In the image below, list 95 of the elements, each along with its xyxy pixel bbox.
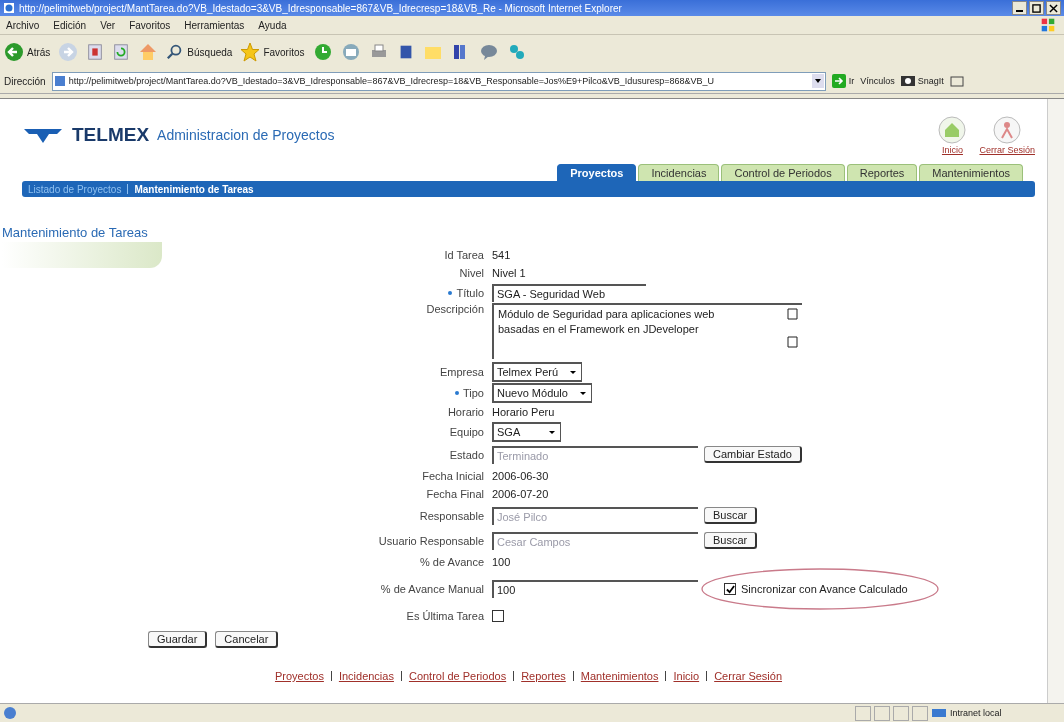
text-field[interactable]: 100 bbox=[492, 580, 698, 598]
field-label: % de Avance bbox=[420, 556, 484, 568]
minimize-icon bbox=[1016, 10, 1023, 12]
page-status-icon bbox=[3, 706, 17, 720]
favorites-button[interactable]: Favoritos bbox=[240, 42, 305, 62]
back-button[interactable]: Atrás bbox=[4, 42, 51, 62]
star-icon bbox=[240, 42, 261, 62]
app-title: Administracion de Proyectos bbox=[157, 127, 335, 143]
page-heading: Mantenimiento de Tareas bbox=[2, 225, 149, 240]
text-field[interactable]: SGA - Seguridad Web bbox=[492, 283, 646, 302]
dropdown[interactable]: Telmex Perú bbox=[492, 361, 583, 382]
menu-item[interactable]: Edición bbox=[53, 19, 87, 31]
menu-item[interactable]: Archivo bbox=[6, 19, 40, 31]
status-panel bbox=[893, 705, 909, 721]
field-value: 541 bbox=[492, 249, 511, 261]
form-button[interactable]: Guardar bbox=[148, 631, 208, 648]
nav-tab[interactable]: Control de Periodos bbox=[721, 164, 845, 181]
address-label: Dirección bbox=[4, 75, 46, 87]
footer-link[interactable]: Mantenimientos bbox=[580, 670, 659, 682]
status-panel bbox=[912, 705, 928, 721]
camera-icon bbox=[900, 76, 915, 86]
search-button[interactable]: Búsqueda bbox=[166, 43, 233, 61]
field-value: Nivel 1 bbox=[492, 267, 526, 279]
menu-item[interactable]: Favoritos bbox=[129, 19, 171, 31]
field-label: Estado bbox=[449, 448, 484, 461]
page-icon bbox=[53, 75, 66, 87]
capture-icon[interactable] bbox=[949, 74, 964, 88]
footer-link[interactable]: Reportes bbox=[521, 670, 566, 682]
field-label: Empresa bbox=[439, 365, 484, 378]
maximize-icon bbox=[1032, 3, 1041, 13]
field-label: Id Tarea bbox=[444, 249, 484, 261]
breadcrumb-link[interactable]: Mantenimiento de Tareas bbox=[134, 183, 254, 195]
dropdown[interactable]: Nuevo Módulo bbox=[492, 382, 592, 403]
footer-link[interactable]: Cerrar Sesión bbox=[714, 670, 782, 682]
field-label: Fecha Final bbox=[426, 488, 484, 500]
checkbox[interactable] bbox=[492, 610, 504, 622]
menu-item[interactable]: Herramientas bbox=[184, 19, 245, 31]
field-label: Fecha Inicial bbox=[422, 470, 484, 482]
field-label: Es Última Tarea bbox=[406, 610, 484, 622]
field-label: % de Avance Manual bbox=[380, 583, 484, 595]
nav-tab[interactable]: Mantenimientos bbox=[919, 164, 1023, 181]
minimize-button[interactable] bbox=[1012, 1, 1027, 15]
footer-link[interactable]: Control de Periodos bbox=[408, 670, 507, 682]
form-button[interactable]: Cancelar bbox=[215, 631, 279, 648]
status-panel bbox=[874, 705, 890, 721]
dropdown[interactable]: SGA bbox=[492, 421, 561, 442]
close-icon bbox=[1049, 3, 1058, 13]
field-value: 2006-06-30 bbox=[492, 470, 549, 482]
home-icon[interactable] bbox=[138, 42, 159, 62]
field-label: Responsable bbox=[419, 509, 484, 522]
header-link[interactable]: Inicio bbox=[941, 145, 963, 155]
status-panel bbox=[855, 705, 871, 721]
security-zone: Intranet local bbox=[931, 707, 1061, 719]
field-label: Usuario Responsable bbox=[378, 534, 484, 547]
footer-link[interactable]: Proyectos bbox=[274, 670, 324, 682]
refresh-icon[interactable] bbox=[112, 42, 131, 62]
nav-tab[interactable]: Incidencias bbox=[638, 164, 720, 181]
field-value: 100 bbox=[492, 556, 511, 568]
vertical-scrollbar[interactable] bbox=[1047, 99, 1064, 703]
go-arrow-icon bbox=[831, 74, 846, 88]
house-icon[interactable] bbox=[937, 115, 968, 145]
brand-name: TELMEX bbox=[72, 124, 150, 146]
maximize-button[interactable] bbox=[1029, 1, 1044, 15]
dropdown-caret-icon[interactable] bbox=[811, 74, 824, 88]
history-icon[interactable] bbox=[312, 42, 333, 62]
menu-item[interactable]: Ayuda bbox=[258, 19, 287, 31]
field-label: Equipo bbox=[449, 425, 484, 438]
network-icon bbox=[931, 707, 947, 719]
window-title: http://pelimitweb/project/MantTarea.do?VB_Idestado=3&VB_Idresponsable=867&VB_Idrecresp=18&VB_Re - Microsoft Internet Explorer bbox=[19, 2, 623, 14]
mail-icon[interactable] bbox=[340, 42, 361, 62]
field-label: Horario bbox=[447, 406, 484, 418]
field-value: Horario Peru bbox=[492, 406, 555, 418]
header-link[interactable]: Cerrar Sesión bbox=[979, 145, 1035, 155]
field-label: Tipo bbox=[463, 386, 484, 399]
address-field[interactable]: http://pelimitweb/project/MantTarea.do?VB_Idestado=3&VB_Idresponsable=867&VB_Idrecresp=18&VB_Responsable=Jos%E9+Pilco&VB_Idusuresp=868&VB_U bbox=[51, 71, 826, 91]
checkbox-label: Sincronizar con Avance Calculado bbox=[741, 583, 908, 595]
field-label: Nivel bbox=[459, 267, 484, 279]
field-label: Título bbox=[456, 286, 484, 299]
menu-item[interactable]: Ver bbox=[100, 19, 116, 31]
stop-icon[interactable] bbox=[86, 42, 105, 62]
checkbox[interactable] bbox=[724, 583, 736, 595]
chat-bubble-icon[interactable] bbox=[478, 42, 499, 62]
nav-tab[interactable]: Proyectos bbox=[557, 164, 637, 181]
text-area[interactable]: Módulo de Seguridad para aplicaciones web basadas en el Framework en JDeveloper bbox=[492, 303, 802, 359]
nav-tab[interactable]: Reportes bbox=[846, 164, 918, 181]
footer-link[interactable]: Inicio bbox=[673, 670, 700, 682]
browser-icon bbox=[3, 2, 15, 14]
person-icon[interactable] bbox=[992, 115, 1023, 145]
snagit-button[interactable]: SnagIt bbox=[900, 76, 944, 86]
field-value: 2006-07-20 bbox=[492, 488, 549, 500]
go-button[interactable]: Ir bbox=[831, 74, 855, 88]
field-label: Descripción bbox=[426, 303, 484, 315]
close-button[interactable] bbox=[1046, 1, 1061, 15]
links-button[interactable]: Vínculos bbox=[860, 76, 895, 86]
footer-link[interactable]: Incidencias bbox=[338, 670, 394, 682]
